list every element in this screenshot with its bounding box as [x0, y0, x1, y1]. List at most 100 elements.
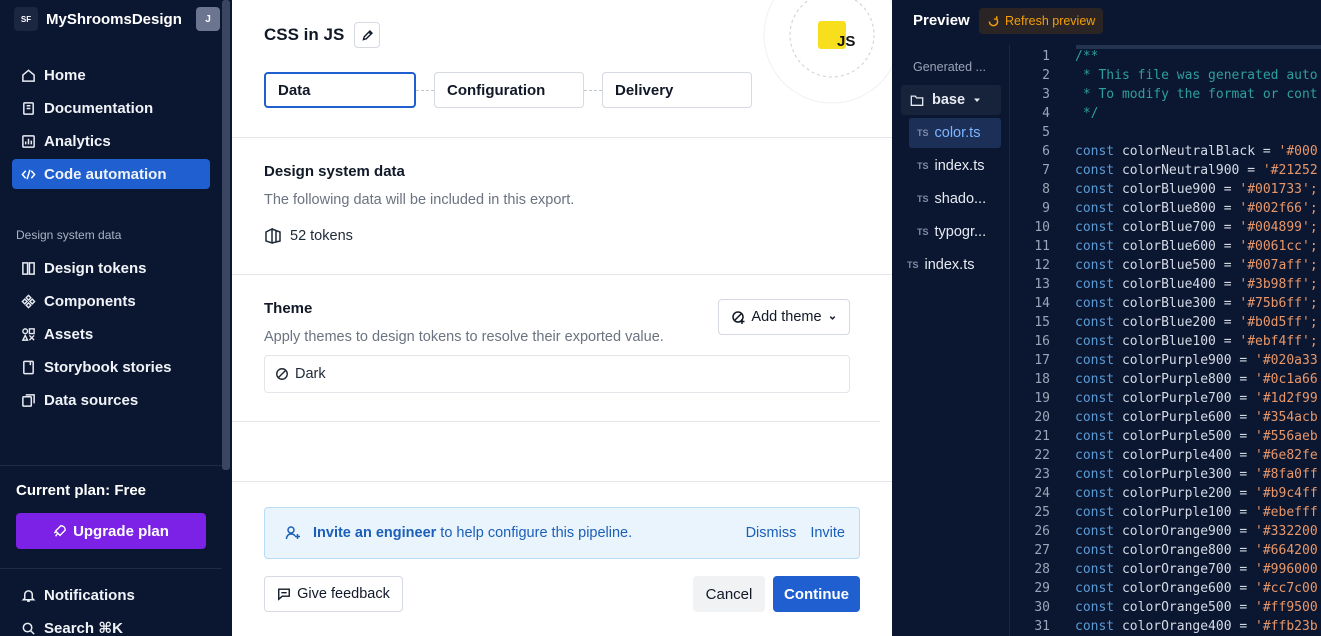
tree-file-typography[interactable]: TS typogr...	[917, 217, 986, 247]
line-code: const colorNeutralBlack = '#000	[1075, 142, 1318, 161]
data-sources-icon	[20, 392, 36, 408]
line-number: 31	[1034, 619, 1050, 634]
tree-file-shadow[interactable]: TS shado...	[917, 184, 986, 214]
nav-design-tokens[interactable]: Design tokens	[12, 253, 210, 283]
edit-title-button[interactable]	[354, 22, 381, 48]
code-string: '#001733';	[1239, 182, 1318, 197]
typescript-file-icon: TS	[917, 161, 929, 171]
line-code: const colorPurple800 = '#0c1a66	[1075, 370, 1318, 389]
code-keyword: const	[1075, 410, 1115, 425]
line-code: const colorBlue800 = '#002f66';	[1075, 199, 1318, 218]
design-system-data-heading: Design system data	[264, 163, 405, 180]
code-keyword: const	[1075, 600, 1115, 615]
line-number: 30	[1034, 600, 1050, 615]
step-data[interactable]: Data	[264, 72, 416, 108]
sidebar-divider	[0, 465, 222, 466]
code-string: '#ebf4ff';	[1239, 334, 1318, 349]
code-string: '#996000	[1255, 562, 1318, 577]
invite-engineer-link[interactable]: Invite an engineer	[313, 525, 436, 541]
code-identifier: colorPurple600 =	[1114, 410, 1256, 425]
nav-storybook-stories[interactable]: Storybook stories	[12, 352, 210, 382]
user-avatar[interactable]: J	[196, 7, 220, 31]
components-icon	[20, 293, 36, 309]
workspace-name: MyShroomsDesign	[46, 10, 182, 28]
code-string: '#ffb23b	[1255, 619, 1318, 634]
upgrade-plan-label: Upgrade plan	[73, 522, 169, 540]
nav-assets-label: Assets	[44, 325, 94, 343]
line-code: /**	[1075, 49, 1099, 64]
give-feedback-button[interactable]: Give feedback	[264, 576, 403, 612]
code-viewer[interactable]: 1 /** 2 * This file was generated auto 3 * …	[1010, 45, 1321, 636]
nav-documentation-label: Documentation	[44, 99, 154, 117]
step-configuration[interactable]: Configuration	[434, 72, 584, 108]
typescript-file-icon: TS	[907, 260, 919, 270]
code-identifier: colorOrange900 =	[1114, 524, 1256, 539]
code-string: '#007aff';	[1239, 258, 1318, 273]
tree-file-index[interactable]: TS index.ts	[917, 151, 985, 181]
file-tree: Generated ... base TS color.ts TS index.…	[892, 45, 1010, 636]
divider	[232, 137, 892, 138]
typescript-file-icon: TS	[917, 128, 929, 138]
line-number: 14	[1034, 296, 1050, 311]
line-code: const colorOrange900 = '#332200	[1075, 522, 1318, 541]
code-string: '#1d2f99	[1255, 391, 1318, 406]
js-badge-decoration	[763, 0, 892, 104]
line-number: 25	[1034, 505, 1050, 520]
section-label: Design system data	[16, 228, 122, 242]
step-connector	[584, 89, 602, 91]
code-keyword: const	[1075, 524, 1115, 539]
code-identifier: colorNeutral900 =	[1114, 163, 1263, 178]
refresh-preview-button[interactable]: Refresh preview	[979, 8, 1103, 34]
code-identifier: colorPurple100 =	[1114, 505, 1256, 520]
rocket-icon	[53, 524, 67, 538]
invite-button[interactable]: Invite	[810, 525, 845, 541]
cancel-button[interactable]: Cancel	[693, 576, 765, 612]
nav-design-tokens-label: Design tokens	[44, 259, 147, 277]
code-string: '#ebefff	[1255, 505, 1318, 520]
code-identifier: colorBlue100 =	[1114, 334, 1240, 349]
code-identifier: colorPurple900 =	[1114, 353, 1256, 368]
code-identifier: colorPurple200 =	[1114, 486, 1256, 501]
dismiss-button[interactable]: Dismiss	[746, 525, 797, 541]
workspace-switcher[interactable]: SF MyShroomsDesign J	[14, 6, 220, 32]
line-number: 18	[1034, 372, 1050, 387]
line-code: const colorOrange700 = '#996000	[1075, 560, 1318, 579]
code-identifier: colorBlue900 =	[1114, 182, 1240, 197]
tree-file-root-index[interactable]: TS index.ts	[907, 250, 975, 280]
code-keyword: const	[1075, 163, 1115, 178]
tree-file-color[interactable]: TS color.ts	[909, 118, 1001, 148]
js-badge-label: JS	[837, 33, 856, 50]
nav-data-sources[interactable]: Data sources	[12, 385, 210, 415]
nav-search[interactable]: Search ⌘K	[12, 613, 210, 636]
nav-assets[interactable]: Assets	[12, 319, 210, 349]
line-number: 13	[1034, 277, 1050, 292]
continue-button[interactable]: Continue	[773, 576, 860, 612]
line-number: 24	[1034, 486, 1050, 501]
nav-home[interactable]: Home	[12, 60, 210, 90]
upgrade-plan-button[interactable]: Upgrade plan	[16, 513, 206, 549]
line-code: const colorPurple700 = '#1d2f99	[1075, 389, 1318, 408]
nav-components[interactable]: Components	[12, 286, 210, 316]
tokens-icon	[20, 260, 36, 276]
tree-root[interactable]: Generated ...	[913, 52, 986, 82]
line-code: const colorOrange500 = '#ff9500	[1075, 598, 1318, 617]
nav-notifications[interactable]: Notifications	[12, 580, 210, 610]
divider	[232, 274, 892, 275]
step-delivery[interactable]: Delivery	[602, 72, 752, 108]
line-number: 19	[1034, 391, 1050, 406]
nav-documentation[interactable]: Documentation	[12, 93, 210, 123]
theme-item-dark[interactable]: Dark	[264, 355, 850, 393]
tree-folder-label: base	[932, 92, 966, 108]
nav-code-automation[interactable]: Code automation	[12, 159, 210, 189]
nav-home-label: Home	[44, 66, 86, 84]
preview-title: Preview	[913, 12, 970, 29]
typescript-file-icon: TS	[917, 227, 929, 237]
tree-folder-base[interactable]: base	[901, 85, 1001, 115]
add-theme-button[interactable]: Add theme	[718, 299, 850, 335]
nav-data-sources-label: Data sources	[44, 391, 139, 409]
nav-analytics[interactable]: Analytics	[12, 126, 210, 156]
line-number: 15	[1034, 315, 1050, 330]
code-identifier: colorBlue300 =	[1114, 296, 1240, 311]
sidebar-scrollbar[interactable]	[222, 0, 230, 470]
code-scroll-indicator	[1076, 45, 1321, 49]
